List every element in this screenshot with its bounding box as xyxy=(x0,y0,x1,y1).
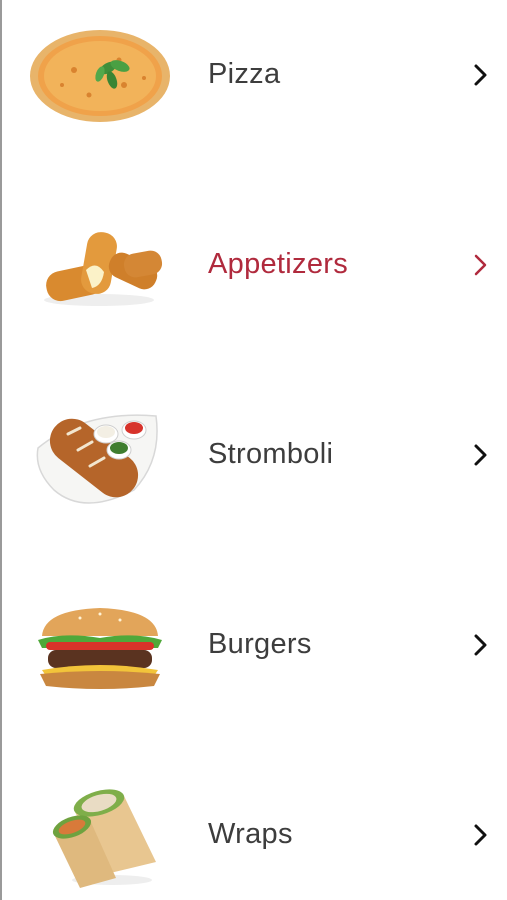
category-label: Wraps xyxy=(208,818,293,850)
category-item-pizza[interactable]: Pizza xyxy=(2,0,507,150)
category-item-burgers[interactable]: Burgers xyxy=(2,570,507,720)
burger-icon xyxy=(24,580,174,710)
chevron-right-icon xyxy=(470,442,492,468)
mozzarella-sticks-icon xyxy=(24,200,174,330)
category-label: Appetizers xyxy=(208,248,349,280)
category-label: Burgers xyxy=(208,628,312,660)
chevron-right-icon xyxy=(470,632,492,658)
category-label: Pizza xyxy=(208,58,281,90)
chevron-right-icon xyxy=(470,252,492,278)
category-screen: Pizza Appetizers Stromboli Burgers Wraps xyxy=(0,0,507,900)
stromboli-icon xyxy=(24,390,174,520)
chevron-right-icon xyxy=(470,62,492,88)
category-item-stromboli[interactable]: Stromboli xyxy=(2,380,507,530)
category-label: Stromboli xyxy=(208,438,334,470)
chevron-right-icon xyxy=(470,822,492,848)
wrap-icon xyxy=(24,770,174,900)
category-item-wraps[interactable]: Wraps xyxy=(2,760,507,900)
pizza-icon xyxy=(24,10,174,140)
category-item-appetizers[interactable]: Appetizers xyxy=(2,190,507,340)
